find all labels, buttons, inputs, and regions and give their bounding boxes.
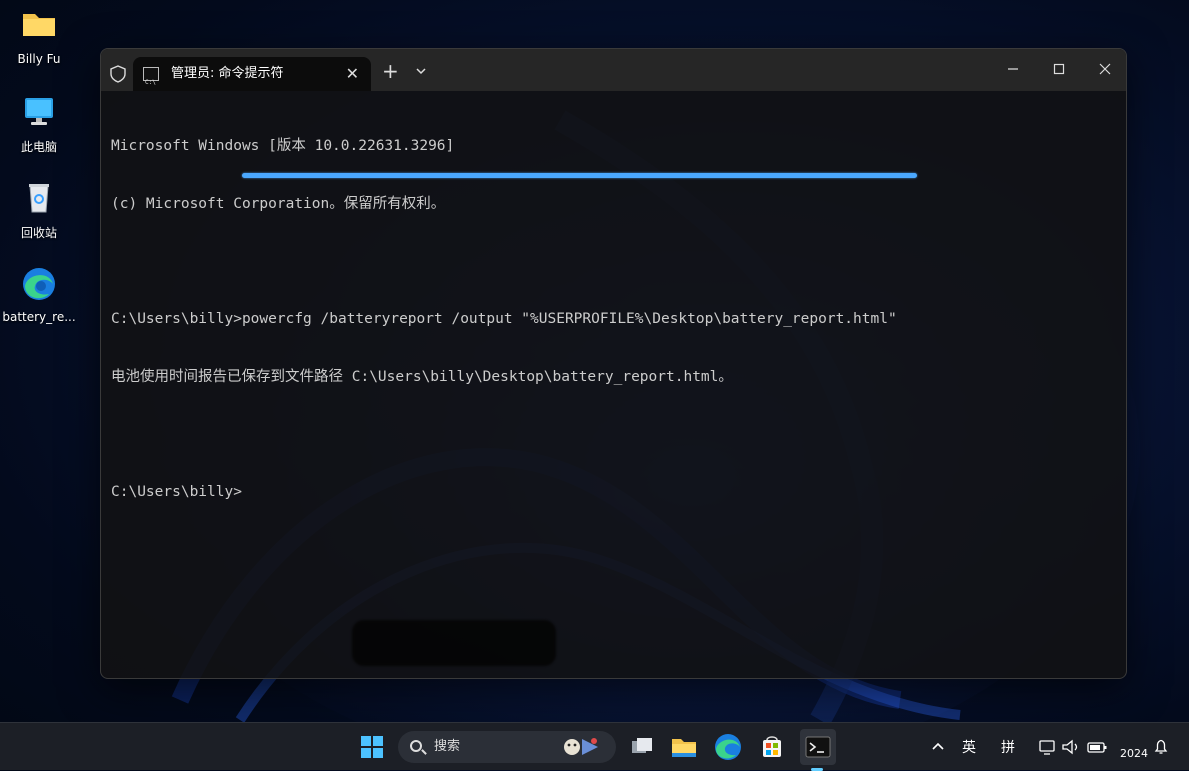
terminal-line: (c) Microsoft Corporation。保留所有权利。 bbox=[111, 196, 446, 212]
clock-date[interactable]: 2024 bbox=[1120, 747, 1148, 760]
terminal-line: Microsoft Windows [版本 10.0.22631.3296] bbox=[111, 138, 455, 155]
minimize-button[interactable] bbox=[990, 57, 1036, 83]
ime-mode-indicator[interactable]: 拼 bbox=[1001, 737, 1015, 757]
terminal-output[interactable]: Microsoft Windows [版本 10.0.22631.3296] (… bbox=[111, 99, 1116, 668]
search-placeholder: 搜索 bbox=[434, 739, 461, 754]
edge-icon bbox=[715, 734, 741, 760]
desktop-icon-label: Billy Fu bbox=[17, 52, 61, 66]
battery-icon[interactable] bbox=[1086, 738, 1108, 756]
file-explorer-button[interactable] bbox=[668, 731, 700, 763]
terminal-window[interactable]: 管理员: 命令提示符 ✕ + Microsoft Windows [版本 10.… bbox=[100, 48, 1127, 679]
title-bar[interactable]: 管理员: 命令提示符 ✕ + bbox=[101, 49, 1126, 100]
edge-icon bbox=[19, 266, 59, 306]
search-highlight-icon bbox=[564, 738, 598, 755]
command-highlight-underline bbox=[242, 173, 917, 178]
terminal-line: C:\Users\billy>powercfg /batteryreport /… bbox=[111, 311, 897, 328]
shield-icon bbox=[110, 65, 126, 83]
search-icon bbox=[410, 740, 422, 752]
tab-command-prompt[interactable]: 管理员: 命令提示符 ✕ bbox=[133, 57, 371, 100]
folder-icon bbox=[19, 8, 59, 48]
task-view-icon bbox=[632, 738, 652, 753]
terminal-icon bbox=[805, 736, 831, 758]
cmd-icon bbox=[143, 66, 159, 100]
close-tab-icon[interactable]: ✕ bbox=[346, 57, 359, 91]
recycle-bin-icon bbox=[19, 180, 59, 220]
redacted-overlay bbox=[352, 620, 556, 666]
desktop-icon-recycle-bin[interactable]: 回收站 bbox=[0, 180, 78, 241]
close-window-button[interactable] bbox=[1082, 57, 1126, 83]
edge-button[interactable] bbox=[712, 731, 744, 763]
new-tab-button[interactable]: + bbox=[382, 59, 399, 83]
desktop-icon-label: 此电脑 bbox=[20, 140, 57, 154]
chevron-up-icon[interactable] bbox=[930, 740, 946, 752]
start-button[interactable] bbox=[356, 731, 388, 763]
desktop-icon-billy-fu[interactable]: Billy Fu bbox=[0, 8, 78, 66]
tab-title: 管理员: 命令提示符 bbox=[171, 66, 284, 81]
maximize-button[interactable] bbox=[1036, 57, 1082, 83]
chevron-down-icon[interactable] bbox=[413, 63, 429, 79]
terminal-taskbar-button[interactable] bbox=[800, 729, 836, 771]
desktop-icon-label: 回收站 bbox=[20, 226, 57, 240]
task-view-button[interactable] bbox=[626, 731, 658, 763]
network-icon[interactable] bbox=[1038, 738, 1056, 756]
taskbar-search[interactable]: 搜索 bbox=[398, 731, 616, 763]
windows-logo-icon bbox=[361, 736, 383, 758]
desktop-icon-label: battery_re... bbox=[2, 310, 76, 324]
store-icon bbox=[763, 736, 781, 757]
terminal-line: 电池使用时间报告已保存到文件路径 C:\Users\billy\Desktop\… bbox=[111, 368, 733, 385]
taskbar: 搜索 英 拼 2024 bbox=[0, 722, 1189, 771]
close-icon bbox=[1099, 63, 1111, 75]
monitor-icon bbox=[19, 94, 59, 134]
ime-language-indicator[interactable]: 英 bbox=[962, 737, 976, 757]
notification-bell-icon[interactable] bbox=[1152, 738, 1170, 756]
store-button[interactable] bbox=[756, 731, 788, 763]
desktop-icon-this-pc[interactable]: 此电脑 bbox=[0, 94, 78, 155]
desktop-icon-battery-report[interactable]: battery_re... bbox=[0, 266, 78, 324]
minimize-icon bbox=[1008, 68, 1018, 70]
maximize-icon bbox=[1053, 63, 1065, 75]
volume-icon[interactable] bbox=[1061, 738, 1081, 756]
folder-icon bbox=[672, 739, 696, 757]
terminal-prompt: C:\Users\billy> bbox=[111, 483, 242, 500]
